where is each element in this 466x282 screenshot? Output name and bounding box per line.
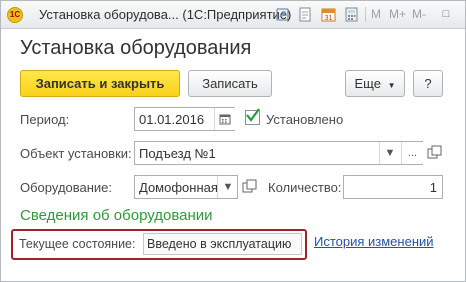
object-dropdown-icon[interactable]: ▼: [379, 142, 400, 164]
calculator-icon[interactable]: [343, 6, 360, 23]
equipment-field[interactable]: Домофонная ▼: [134, 175, 238, 199]
quantity-value: 1: [429, 180, 437, 195]
m-button[interactable]: M: [371, 7, 381, 21]
m-minus-button[interactable]: M-: [412, 7, 426, 21]
1c-logo-icon[interactable]: 1С: [7, 7, 23, 23]
history-link[interactable]: История изменений: [314, 234, 434, 249]
installed-label[interactable]: Установлено: [266, 112, 343, 127]
equipment-label: Оборудование:: [20, 180, 113, 195]
checkmark-icon: [246, 108, 260, 122]
period-label: Период:: [20, 112, 70, 127]
state-label: Текущее состояние:: [19, 237, 136, 251]
more-button[interactable]: Еще ▼: [345, 70, 405, 97]
state-value: Введено в эксплуатацию: [147, 237, 292, 251]
calendar-picker-icon[interactable]: [214, 108, 235, 130]
save-and-close-button[interactable]: Записать и закрыть: [20, 70, 180, 97]
quantity-field[interactable]: 1: [343, 175, 443, 199]
object-label: Объект установки:: [20, 146, 132, 161]
object-field[interactable]: Подъезд №1 ▼ ...: [134, 141, 423, 165]
object-select-button[interactable]: ...: [401, 142, 423, 164]
object-value: Подъезд №1: [139, 146, 216, 161]
form-title: Установка оборудования: [20, 37, 252, 59]
period-field[interactable]: 01.01.2016: [134, 107, 235, 131]
svg-text:31: 31: [325, 15, 333, 22]
equipment-dropdown-icon[interactable]: ▼: [217, 176, 237, 198]
open-equipment-icon[interactable]: [241, 178, 258, 195]
equipment-value: Домофонная: [139, 180, 218, 195]
link-icon[interactable]: [274, 6, 291, 23]
installed-checkbox[interactable]: [245, 108, 260, 125]
title-bar: 1С Установка оборудова... (1С:Предприяти…: [1, 1, 465, 29]
help-button[interactable]: ?: [413, 70, 443, 97]
toolbar-separator: [365, 7, 366, 22]
period-value: 01.01.2016: [139, 112, 205, 127]
open-object-icon[interactable]: [426, 144, 443, 161]
m-plus-button[interactable]: M+: [389, 7, 406, 21]
window-title: Установка оборудова... (1С:Предприятие): [39, 7, 292, 22]
chevron-down-icon: ▼: [387, 81, 396, 90]
app-window: 1С Установка оборудова... (1С:Предприяти…: [0, 0, 466, 282]
section-title: Сведения об оборудовании: [20, 207, 213, 224]
state-field: Введено в эксплуатацию: [143, 233, 302, 255]
quantity-label: Количество:: [268, 180, 342, 195]
calendar-icon[interactable]: 31: [320, 6, 337, 23]
more-button-label: Еще: [354, 76, 381, 91]
document-icon[interactable]: [297, 6, 314, 23]
save-button[interactable]: Записать: [188, 70, 272, 97]
maximize-button[interactable]: □: [437, 5, 455, 23]
